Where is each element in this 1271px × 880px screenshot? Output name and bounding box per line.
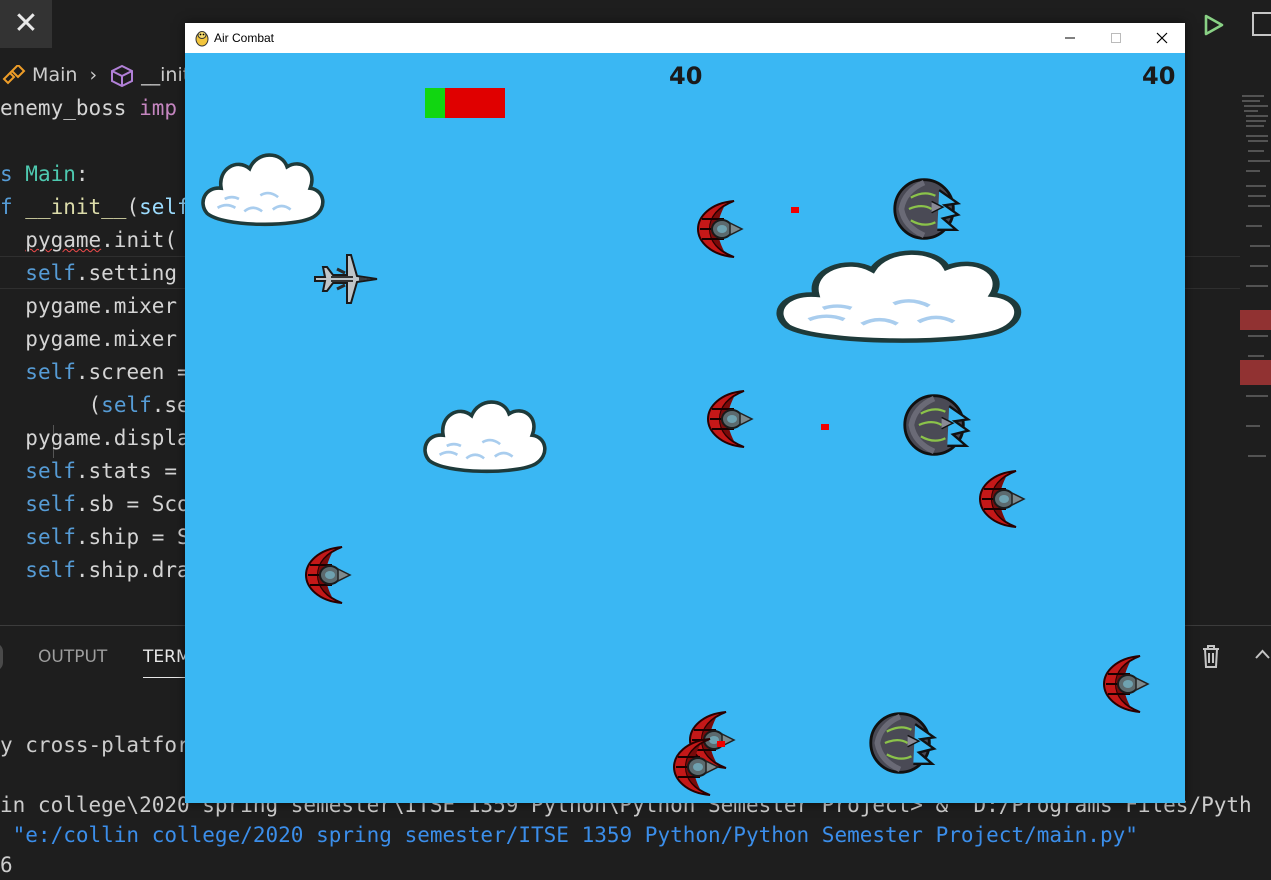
- code-line: s Main:: [0, 158, 89, 191]
- python-snake-icon: [195, 31, 209, 47]
- code-token: .sb = Sco: [75, 492, 190, 516]
- code-line: self.sb = Sco: [0, 488, 190, 521]
- terminal-line: "e:/collin college/2020 spring semester/…: [0, 823, 1138, 847]
- code-token: f: [0, 195, 26, 219]
- code-line: pygame.displa: [0, 422, 190, 455]
- code-token: Main: [25, 162, 76, 186]
- method-icon: [111, 64, 134, 87]
- code-line: self.ship.dra: [0, 554, 190, 587]
- health-bar-fill: [425, 88, 445, 118]
- code-token: pygame.mixer: [25, 294, 178, 318]
- close-editor-icon[interactable]: ✕: [0, 0, 52, 48]
- dark-boss-ship: [899, 391, 971, 459]
- close-button[interactable]: [1139, 23, 1185, 53]
- enemy-bullet: [791, 207, 799, 213]
- enemy-bullet: [717, 741, 725, 747]
- red-crescent-ship: [305, 546, 351, 604]
- code-token: .stats =: [75, 459, 178, 483]
- trash-icon[interactable]: [1200, 643, 1222, 669]
- code-token: .setting: [75, 261, 178, 285]
- code-line: self.ship = S: [0, 521, 190, 554]
- code-line: pygame.init(: [0, 224, 177, 257]
- breadcrumb-init[interactable]: __init: [141, 64, 190, 86]
- code-token: (: [126, 195, 140, 219]
- code-line: self.screen =: [0, 356, 190, 389]
- run-icon[interactable]: [1200, 10, 1226, 40]
- window-title: Air Combat: [214, 31, 275, 45]
- code-token: s: [0, 162, 26, 186]
- tab-output[interactable]: OUTPUT: [38, 645, 107, 669]
- score-display: 40: [669, 62, 703, 90]
- code-line: f __init__(self: [0, 191, 190, 224]
- code-token: .ship.dra: [75, 558, 190, 582]
- code-token: pygame: [25, 228, 102, 252]
- game-canvas[interactable]: 40 40: [185, 53, 1185, 803]
- dark-boss-ship: [865, 709, 937, 777]
- red-crescent-ship: [697, 200, 743, 258]
- close-icon: [1156, 32, 1168, 44]
- code-token: .ship = S: [75, 525, 190, 549]
- code-token: self: [139, 195, 190, 219]
- cloud: [423, 400, 547, 474]
- code-token: self: [25, 525, 76, 549]
- code-token: pygame.mixer: [25, 327, 178, 351]
- maximize-button[interactable]: [1093, 23, 1139, 53]
- title-bar[interactable]: Air Combat: [185, 23, 1185, 53]
- code-token: self: [101, 393, 152, 417]
- terminal-line: 6: [0, 853, 13, 877]
- dark-boss-ship: [889, 175, 961, 243]
- enemy-bullet: [821, 424, 829, 430]
- code-line: enemy_boss imp: [0, 92, 177, 125]
- breadcrumb-main[interactable]: Main: [32, 64, 77, 86]
- code-token: enemy_boss: [0, 96, 140, 120]
- code-token: imp: [139, 96, 178, 120]
- high-score-display: 40: [1142, 62, 1176, 90]
- breadcrumb-separator-icon: ›: [89, 64, 98, 86]
- code-line: pygame.mixer: [0, 290, 177, 323]
- code-token: pygame.displa: [25, 426, 190, 450]
- minimap[interactable]: [1240, 95, 1271, 495]
- code-token: self: [25, 261, 76, 285]
- code-token: self: [25, 492, 76, 516]
- code-line: self.stats =: [0, 455, 177, 488]
- class-icon: [2, 64, 26, 84]
- code-token: .init(: [101, 228, 178, 252]
- minimize-button[interactable]: [1047, 23, 1093, 53]
- maximize-icon: [1111, 33, 1121, 43]
- code-token: :: [75, 162, 89, 186]
- red-crescent-ship: [707, 390, 753, 448]
- code-line: (self.set: [0, 389, 203, 422]
- red-crescent-ship: [673, 738, 719, 796]
- breadcrumb: Main › __init: [0, 60, 196, 90]
- minimize-icon: [1065, 37, 1075, 39]
- game-window[interactable]: Air Combat 40 40: [185, 23, 1185, 803]
- split-editor-icon[interactable]: [1252, 12, 1271, 36]
- code-token: (: [88, 393, 102, 417]
- code-token: __init__: [25, 195, 127, 219]
- cloud: [201, 153, 325, 227]
- code-token: .screen =: [75, 360, 190, 384]
- code-line: pygame.mixer: [0, 323, 177, 356]
- player-jet: [313, 253, 379, 305]
- chevron-up-icon[interactable]: [1254, 647, 1271, 661]
- cloud: [770, 245, 1028, 349]
- code-token: self: [25, 558, 76, 582]
- code-token: self: [25, 459, 76, 483]
- terminal-line: y cross-platfor: [0, 733, 190, 757]
- tab-terminal[interactable]: TERM: [143, 645, 191, 678]
- code-line: self.setting: [0, 257, 177, 290]
- code-token: self: [25, 360, 76, 384]
- red-crescent-ship: [1103, 655, 1149, 713]
- red-crescent-ship: [979, 470, 1025, 528]
- health-bar: [425, 88, 505, 118]
